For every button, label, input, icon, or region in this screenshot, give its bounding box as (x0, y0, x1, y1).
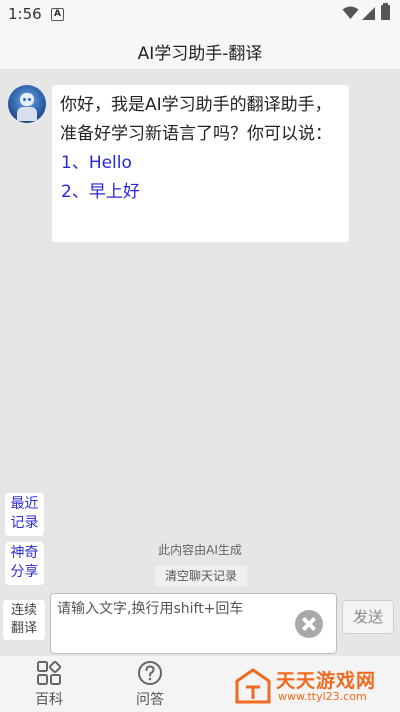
status-bar: 1:56 A (0, 0, 400, 30)
status-time: 1:56 (8, 5, 42, 23)
grid-icon (37, 660, 62, 685)
clear-chat-button[interactable]: 清空聊天记录 (155, 566, 247, 586)
robot-body (17, 107, 37, 121)
tab-baike-label: 百科 (35, 692, 63, 708)
send-button[interactable]: 发送 (342, 600, 394, 634)
wifi-icon (342, 6, 359, 19)
ai-generated-notice: 此内容由AI生成 (158, 543, 242, 557)
watermark-logo-icon (235, 668, 271, 704)
assistant-avatar (8, 85, 46, 123)
assistant-message-bubble: 你好，我是AI学习助手的翻译助手，准备好学习新语言了吗？你可以说： 1、Hell… (52, 85, 349, 242)
message-input[interactable]: 请输入文字,换行用shift+回车 (50, 593, 337, 654)
app-header: AI学习助手-翻译 (0, 30, 400, 70)
continuous-translate-label: 连续 翻译 (10, 603, 37, 636)
tab-wenda[interactable]: 问答 (120, 656, 180, 712)
watermark-url: www.ttyl23.com (278, 690, 367, 703)
suggestion-hello[interactable]: 1、Hello (60, 149, 341, 178)
watermark: 天天游戏网 www.ttyl23.com (234, 664, 398, 708)
tab-wenda-label: 问答 (136, 692, 164, 708)
page-title: AI学习助手-翻译 (137, 44, 263, 64)
signal-icon (362, 7, 375, 20)
recent-records-button[interactable]: 最近 记录 (5, 493, 44, 536)
clear-input-icon[interactable] (295, 610, 323, 638)
watermark-name: 天天游戏网 (276, 670, 377, 692)
continuous-translate-button[interactable]: 连续 翻译 (3, 600, 45, 640)
input-placeholder: 请输入文字,换行用shift+回车 (57, 601, 244, 617)
assistant-message-text: 你好，我是AI学习助手的翻译助手，准备好学习新语言了吗？你可以说： (60, 95, 332, 144)
robot-eye-left (23, 98, 26, 101)
question-icon (138, 661, 162, 685)
tab-baike[interactable]: 百科 (19, 656, 79, 712)
suggestion-good-morning[interactable]: 2、早上好 (60, 178, 341, 207)
robot-eye-right (28, 98, 31, 101)
recent-records-label: 最近 记录 (10, 496, 39, 531)
battery-icon (381, 3, 390, 20)
notification-badge-icon: A (51, 8, 64, 21)
